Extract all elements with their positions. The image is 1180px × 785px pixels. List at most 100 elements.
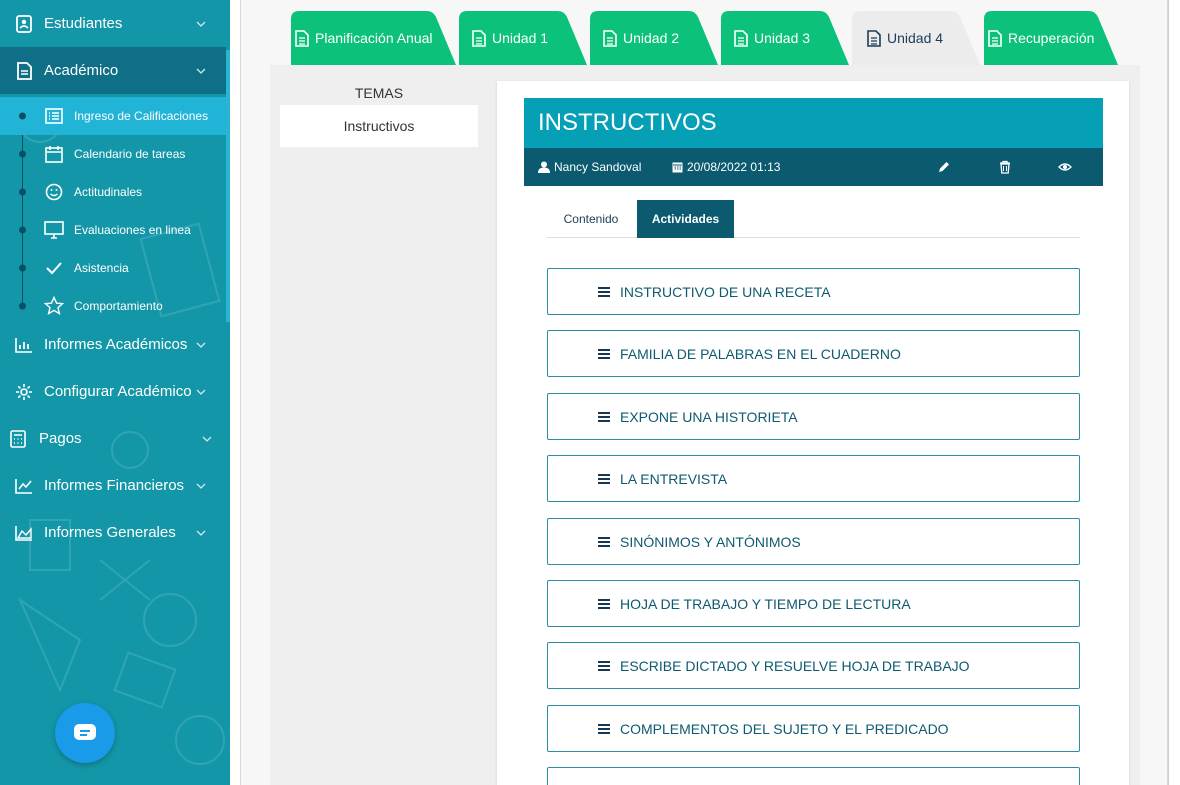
list-icon (44, 106, 64, 126)
sidebar-subitem-calendario[interactable]: Calendario de tareas (0, 135, 226, 173)
document-icon (867, 29, 881, 47)
menu-lines-icon (598, 348, 610, 359)
tab-unidad-1[interactable]: Unidad 1 (459, 11, 587, 65)
sidebar-item-label: Informes Financieros (44, 477, 185, 494)
subtab-actividades[interactable]: Actividades (637, 200, 734, 238)
edit-pencil-icon[interactable] (937, 160, 951, 174)
bar-chart-icon (14, 335, 34, 355)
smile-icon (44, 182, 64, 202)
calendar-icon (44, 144, 64, 164)
tab-label: Planificación Anual (315, 30, 433, 46)
tab-label: Recuperación (1008, 30, 1095, 46)
activity-label: LA ENTREVISTA (620, 470, 728, 487)
sidebar-subitem-actitudinales[interactable]: Actitudinales (0, 173, 226, 211)
author-name: Nancy Sandoval (554, 160, 642, 174)
chevron-down-icon (196, 342, 206, 348)
document-icon (734, 29, 748, 47)
menu-lines-icon (598, 536, 610, 547)
activity-label: EXPONE UNA HISTORIETA (620, 408, 798, 425)
sidebar-subitem-label: Calendario de tareas (74, 147, 186, 161)
menu-lines-icon (598, 286, 610, 297)
calculator-icon (8, 429, 28, 449)
submenu-dot (19, 188, 26, 196)
submenu-dot (19, 150, 26, 158)
tab-unidad-3[interactable]: Unidad 3 (721, 11, 849, 65)
sidebar-item-informes-generales[interactable]: Informes Generales (0, 509, 226, 556)
menu-lines-icon (598, 598, 610, 609)
menu-lines-icon (598, 660, 610, 671)
sidebar-subitem-ingreso-calificaciones[interactable]: Ingreso de Calificaciones (0, 97, 226, 135)
gear-icon (14, 382, 34, 402)
sidebar-subitem-comportamiento[interactable]: Comportamiento (0, 287, 226, 325)
activity-item[interactable]: LA ENTREVISTA (547, 455, 1080, 502)
activity-label: COMPLEMENTOS DEL SUJETO Y EL PREDICADO (620, 720, 949, 737)
line-chart-icon (14, 476, 34, 496)
sidebar-subitem-label: Evaluaciones en linea (74, 223, 191, 237)
tab-label: Unidad 1 (492, 30, 549, 46)
submenu-dot (19, 302, 26, 310)
sidebar-item-informes-academicos[interactable]: Informes Académicos (0, 321, 226, 368)
monitor-icon (44, 220, 64, 240)
eye-icon[interactable] (1058, 160, 1072, 174)
activity-item[interactable]: COMPLEMENTOS DEL SUJETO Y EL PREDICADO (547, 705, 1080, 752)
tab-planificacion-anual[interactable]: Planificación Anual (291, 11, 456, 65)
chevron-down-icon (196, 389, 206, 395)
activity-label: FAMILIA DE PALABRAS EN EL CUADERNO (620, 345, 901, 362)
activity-label: HOJA DE TRABAJO Y TIEMPO DE LECTURA (620, 595, 911, 612)
activity-label: INSTRUCTIVO DE UNA RECETA (620, 283, 831, 300)
activity-item[interactable]: EXPONE UNA HISTORIETA (547, 393, 1080, 440)
student-icon (14, 14, 34, 34)
document-icon (295, 29, 309, 47)
document-icon (14, 61, 34, 81)
trash-icon[interactable] (998, 160, 1012, 174)
sidebar-item-label: Informes Generales (44, 524, 176, 541)
user-icon (538, 161, 550, 173)
document-icon (988, 29, 1002, 47)
sidebar-item-label: Pagos (39, 430, 82, 447)
activity-item[interactable]: INSTRUCTIVO DE UNA RECETA (547, 268, 1080, 315)
sidebar: Estudiantes Académico Ingreso de Calific… (0, 0, 230, 785)
sidebar-item-label: Estudiantes (44, 15, 123, 32)
sidebar-subitem-label: Asistencia (74, 261, 129, 275)
sidebar-item-label: Configurar Académico (44, 383, 192, 400)
menu-lines-icon (598, 473, 610, 484)
sidebar-subitem-asistencia[interactable]: Asistencia (0, 249, 226, 287)
sidebar-item-pagos[interactable]: Pagos (0, 415, 226, 462)
sidebar-subitem-label: Comportamiento (74, 299, 163, 313)
sidebar-item-estudiantes[interactable]: Estudiantes (0, 0, 226, 47)
chevron-down-icon (196, 21, 206, 27)
activity-label: ESCRIBE DICTADO Y RESUELVE HOJA DE TRABA… (620, 657, 970, 674)
date-info: 20/08/2022 01:13 (672, 160, 780, 174)
chat-button[interactable] (55, 703, 115, 763)
menu-lines-icon (598, 411, 610, 422)
menu-lines-icon (598, 723, 610, 734)
chevron-down-icon (196, 483, 206, 489)
window-edge (1168, 0, 1180, 785)
sidebar-subitem-label: Actitudinales (74, 185, 143, 199)
content-subtabs: Contenido Actividades (547, 200, 1080, 238)
activity-item[interactable]: ESCRIBE DICTADO Y RESUELVE HOJA DE TRABA… (547, 642, 1080, 689)
sidebar-item-informes-financieros[interactable]: Informes Financieros (0, 462, 226, 509)
topic-title: INSTRUCTIVOS (524, 98, 1103, 148)
tab-unidad-4[interactable]: Unidad 4 (852, 11, 980, 65)
sidebar-subitem-evaluaciones[interactable]: Evaluaciones en linea (0, 211, 226, 249)
tab-unidad-2[interactable]: Unidad 2 (590, 11, 718, 65)
tema-item-instructivos[interactable]: Instructivos (280, 105, 478, 147)
sidebar-item-configurar-academico[interactable]: Configurar Académico (0, 368, 226, 415)
submenu-dot (19, 112, 26, 120)
tab-recuperacion[interactable]: Recuperación (984, 11, 1118, 65)
subtab-contenido[interactable]: Contenido (547, 200, 635, 238)
submenu-dot (19, 264, 26, 272)
chat-icon (74, 724, 96, 740)
activity-item[interactable]: FAMILIA DE PALABRAS EN EL CUADERNO (547, 330, 1080, 377)
activity-item-partial[interactable] (547, 767, 1080, 785)
area-chart-icon (14, 523, 34, 543)
document-icon (603, 29, 617, 47)
submenu-dot (19, 226, 26, 234)
activity-label: SINÓNIMOS Y ANTÓNIMOS (620, 533, 801, 550)
activity-item[interactable]: SINÓNIMOS Y ANTÓNIMOS (547, 518, 1080, 565)
sidebar-item-academico[interactable]: Académico (0, 47, 226, 94)
topic-meta-bar: Nancy Sandoval 20/08/2022 01:13 (524, 148, 1103, 186)
activity-item[interactable]: HOJA DE TRABAJO Y TIEMPO DE LECTURA (547, 580, 1080, 627)
chevron-down-icon (202, 436, 212, 442)
